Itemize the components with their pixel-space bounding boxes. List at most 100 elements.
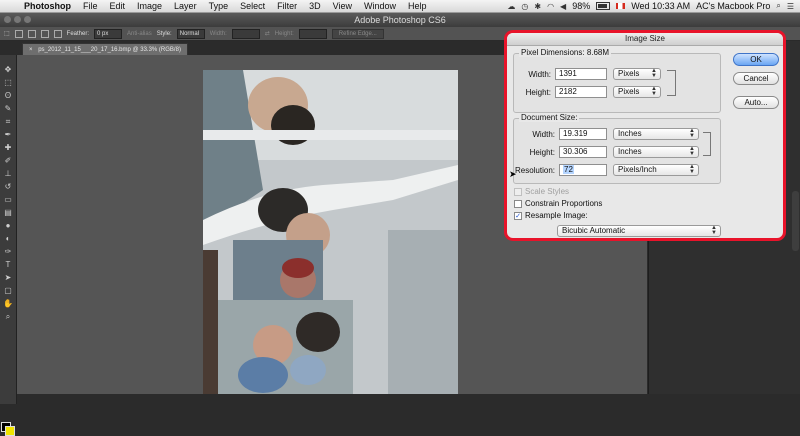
doc-height-unit-select[interactable]: Inches ▲ ▼ (613, 146, 699, 158)
pixel-height-unit-select[interactable]: Pixels ▲ ▼ (613, 86, 661, 98)
doc-width-unit-select[interactable]: Inches ▲ ▼ (613, 128, 699, 140)
menu-help[interactable]: Help (402, 0, 433, 12)
healing-brush-tool-icon[interactable]: ✚ (3, 143, 14, 152)
doc-width-label: Width: (532, 130, 555, 139)
window-controls (4, 16, 31, 23)
path-select-tool-icon[interactable]: ➤ (3, 273, 14, 282)
pixel-dimensions-title: Pixel Dimensions: 8.68M (519, 48, 612, 57)
eraser-tool-icon[interactable]: ▭ (3, 195, 14, 204)
select-arrows-icon: ▲ ▼ (689, 128, 695, 139)
select-arrows-icon: ▲ ▼ (711, 225, 717, 236)
resolution-input[interactable]: 72 (559, 164, 607, 176)
input-source-flag-icon[interactable] (616, 3, 626, 9)
menu-image[interactable]: Image (131, 0, 168, 12)
select-arrows-icon: ▲ ▼ (651, 86, 657, 97)
menu-type[interactable]: Type (203, 0, 235, 12)
type-tool-icon[interactable]: T (3, 260, 14, 269)
menu-layer[interactable]: Layer (168, 0, 203, 12)
notification-center-icon[interactable]: ☰ (787, 2, 794, 11)
menu-filter[interactable]: Filter (271, 0, 303, 12)
subtract-selection-icon[interactable] (40, 29, 49, 38)
background-color-swatch[interactable] (5, 426, 15, 436)
history-brush-tool-icon[interactable]: ↺ (3, 182, 14, 191)
zoom-window-icon[interactable] (24, 16, 31, 23)
blur-tool-icon[interactable]: ● (3, 221, 14, 230)
marquee-tool-icon[interactable]: ⬚ (3, 78, 14, 87)
resolution-unit-select[interactable]: Pixels/Inch ▲ ▼ (613, 164, 699, 176)
menu-window[interactable]: Window (358, 0, 402, 12)
auto-button[interactable]: Auto... (733, 96, 779, 109)
pixel-link-bracket-icon (667, 70, 676, 96)
panel-scrollbar[interactable] (792, 191, 799, 251)
select-arrows-icon: ▲ ▼ (689, 164, 695, 175)
swap-icon[interactable]: ⇄ (265, 30, 270, 37)
refine-edge-button[interactable]: Refine Edge... (331, 28, 384, 39)
marquee-preset-icon[interactable]: ⬚ (4, 30, 10, 37)
pixel-height-input[interactable]: 2182 (555, 86, 607, 98)
time-machine-icon[interactable]: ◷ (521, 2, 528, 11)
menu-3d[interactable]: 3D (303, 0, 327, 12)
bluetooth-icon[interactable]: ✱ (534, 2, 541, 11)
mouse-cursor-icon: ➤ (509, 169, 517, 179)
wifi-icon[interactable]: ◠ (547, 2, 554, 11)
close-window-icon[interactable] (4, 16, 11, 23)
pixel-dimensions-group (513, 53, 721, 113)
close-tab-icon[interactable]: × (29, 47, 33, 53)
eyedropper-tool-icon[interactable]: ✒ (3, 130, 14, 139)
gradient-tool-icon[interactable]: ▤ (3, 208, 14, 217)
menu-bar: Photoshop File Edit Image Layer Type Sel… (0, 0, 800, 13)
lasso-tool-icon[interactable]: ʘ (3, 91, 14, 100)
width-input[interactable] (231, 28, 260, 39)
spotlight-icon[interactable]: ⌕ (776, 1, 780, 11)
menu-file[interactable]: File (77, 0, 104, 12)
style-select[interactable]: Normal (176, 28, 205, 39)
cloud-icon[interactable]: ☁ (507, 2, 515, 11)
shape-tool-icon[interactable]: ▢ (3, 286, 14, 295)
select-arrows-icon: ▲ ▼ (651, 68, 657, 79)
anti-alias-checkbox[interactable]: Anti-alias (127, 31, 152, 37)
minimize-window-icon[interactable] (14, 16, 21, 23)
select-arrows-icon: ▲ ▼ (689, 146, 695, 157)
menu-clock[interactable]: Wed 10:33 AM (631, 1, 690, 11)
doc-width-input[interactable]: 19.319 (559, 128, 607, 140)
resample-image-checkbox[interactable]: ✓ Resample Image: (514, 211, 588, 220)
crop-tool-icon[interactable]: ⌗ (3, 117, 14, 126)
menu-photoshop[interactable]: Photoshop (18, 0, 77, 12)
volume-icon[interactable]: ◀ (560, 2, 566, 11)
height-input[interactable] (298, 28, 327, 39)
ok-button[interactable]: OK (733, 53, 779, 66)
scale-styles-checkbox[interactable]: Scale Styles (514, 187, 569, 196)
quick-select-tool-icon[interactable]: ✎ (3, 104, 14, 113)
clone-stamp-tool-icon[interactable]: ⊥ (3, 169, 14, 178)
image-size-dialog: Image Size Pixel Dimensions: 8.68M Width… (504, 30, 786, 241)
doc-height-input[interactable]: 30.306 (559, 146, 607, 158)
resolution-label: Resolution: (514, 166, 555, 175)
resample-method-select[interactable]: Bicubic Automatic ▲ ▼ (557, 225, 721, 237)
pixel-width-input[interactable]: 1391 (555, 68, 607, 80)
menu-select[interactable]: Select (234, 0, 271, 12)
menu-status-area: ☁ ◷ ✱ ◠ ◀ 98% Wed 10:33 AM AC's Macbook … (507, 1, 800, 11)
width-label: Width: (209, 30, 227, 37)
dodge-tool-icon[interactable]: ◐ (3, 234, 14, 243)
feather-input[interactable]: 0 px (94, 28, 123, 39)
menu-user[interactable]: AC's Macbook Pro (696, 1, 770, 11)
intersect-selection-icon[interactable] (53, 29, 62, 38)
document-canvas-photo[interactable] (203, 70, 458, 394)
pen-tool-icon[interactable]: ✑ (3, 247, 14, 256)
move-tool-icon[interactable]: ✥ (3, 65, 14, 74)
menu-edit[interactable]: Edit (104, 0, 132, 12)
add-selection-icon[interactable] (27, 29, 36, 38)
battery-percent[interactable]: 98% (572, 1, 590, 11)
tools-panel: ✥ ⬚ ʘ ✎ ⌗ ✒ ✚ ✐ ⊥ ↺ ▭ ▤ ● ◐ ✑ T ➤ ▢ ✋ ⌕ (0, 55, 17, 436)
pixel-width-unit-select[interactable]: Pixels ▲ ▼ (613, 68, 661, 80)
hand-tool-icon[interactable]: ✋ (3, 299, 14, 308)
menu-view[interactable]: View (327, 0, 358, 12)
brush-tool-icon[interactable]: ✐ (3, 156, 14, 165)
constrain-proportions-checkbox[interactable]: Constrain Proportions (514, 199, 602, 208)
new-selection-icon[interactable] (14, 29, 23, 38)
doc-link-bracket-icon (703, 132, 711, 156)
battery-icon[interactable] (596, 2, 611, 10)
height-label: Height: (274, 30, 294, 37)
cancel-button[interactable]: Cancel (733, 72, 779, 85)
zoom-tool-icon[interactable]: ⌕ (3, 312, 14, 321)
